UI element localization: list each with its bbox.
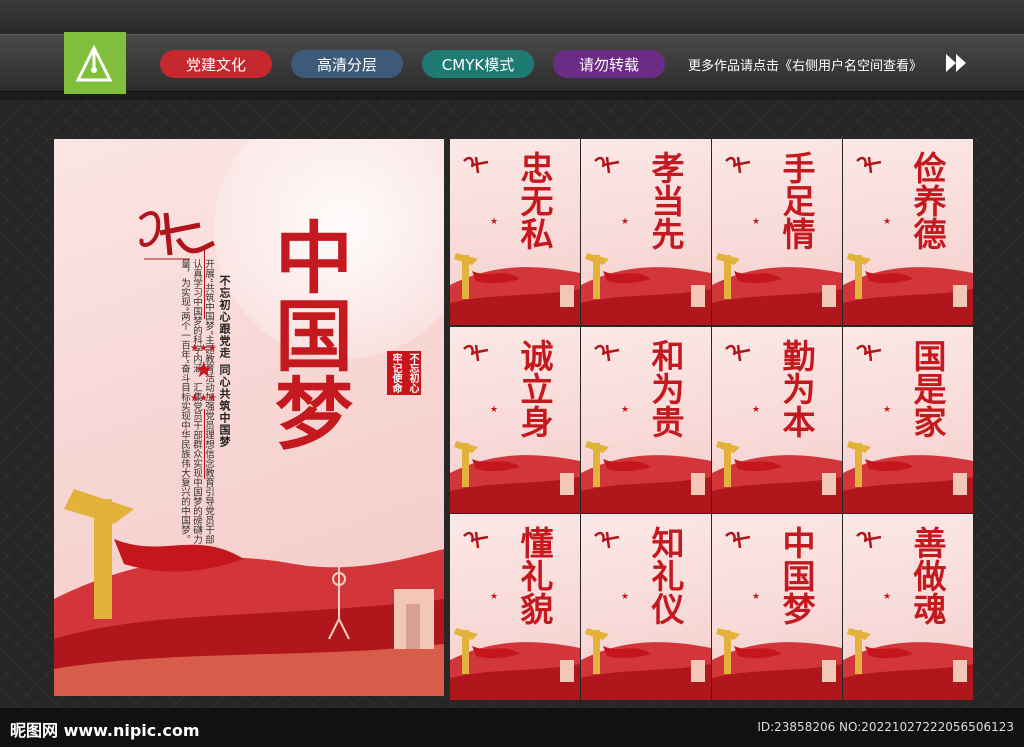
star-icon: ★ <box>490 217 499 227</box>
tag-no-repost[interactable]: 请勿转载 <box>553 50 665 78</box>
tag-hd-layers[interactable]: 高清分层 <box>291 50 403 78</box>
card-scenery <box>450 628 580 700</box>
china-dream-calligraphy-logo <box>463 156 489 174</box>
seal-text-1: 不忘初心 <box>404 351 421 395</box>
card-scenery <box>581 628 711 700</box>
poster-title: 中国梦 <box>262 217 353 451</box>
card-title: 俭养德 <box>908 151 947 250</box>
china-dream-calligraphy-logo <box>594 156 620 174</box>
site-watermark[interactable]: 昵图网 www.nipic.com <box>10 717 200 741</box>
card-scenery <box>450 253 580 325</box>
card-title: 忠无私 <box>515 151 554 250</box>
star-icon: ★ <box>621 405 630 415</box>
china-dream-calligraphy-logo <box>725 531 751 549</box>
card-title: 勤为本 <box>777 339 816 438</box>
card-scenery <box>581 441 711 513</box>
star-icon: ★ <box>752 592 761 602</box>
card-scenery <box>712 253 842 325</box>
card-scenery <box>843 628 973 700</box>
card-title: 孝当先 <box>646 151 685 250</box>
star-icon: ★ <box>883 405 892 415</box>
small-poster: ★ 手足情 <box>712 139 842 325</box>
card-title: 懂礼貌 <box>515 526 554 625</box>
china-dream-calligraphy-logo <box>594 531 620 549</box>
small-poster: ★ 国是家 <box>843 327 973 513</box>
small-poster: ★ 忠无私 <box>450 139 580 325</box>
poster-seal: 不忘初心 牢记使命 <box>387 349 421 397</box>
poster-scenery <box>54 489 444 696</box>
main-poster: 开展“共筑中国梦”主题教育活动加强党员理想信念教育引导党员干部认真学习中国梦的科… <box>54 139 444 696</box>
star-icon: ★ <box>752 217 761 227</box>
site-logo[interactable] <box>64 32 126 94</box>
china-dream-calligraphy-logo <box>725 156 751 174</box>
china-dream-calligraphy-logo <box>856 156 882 174</box>
small-poster: ★ 孝当先 <box>581 139 711 325</box>
svg-text:★★★: ★★★ <box>190 393 217 404</box>
star-icon: ★ <box>621 217 630 227</box>
card-title: 诚立身 <box>515 339 554 438</box>
small-poster: ★ 诚立身 <box>450 327 580 513</box>
small-poster: ★ 勤为本 <box>712 327 842 513</box>
china-dream-calligraphy-logo <box>725 344 751 362</box>
small-poster: ★ 俭养德 <box>843 139 973 325</box>
tag-cmyk[interactable]: CMYK模式 <box>422 50 534 78</box>
stars-icon: ★★★ ★ ★★★ <box>190 343 217 404</box>
star-icon: ★ <box>752 405 761 415</box>
card-scenery <box>581 253 711 325</box>
pen-icon <box>75 44 113 82</box>
tag-party-culture[interactable]: 党建文化 <box>160 50 272 78</box>
star-icon: ★ <box>490 405 499 415</box>
card-title: 手足情 <box>777 151 816 250</box>
small-poster: ★ 中国梦 <box>712 514 842 700</box>
china-dream-calligraphy-logo <box>463 344 489 362</box>
double-arrow-icon[interactable] <box>944 52 970 74</box>
card-title: 和为贵 <box>646 339 685 438</box>
divider-top <box>204 249 205 319</box>
china-dream-calligraphy-logo <box>856 344 882 362</box>
star-icon: ★ <box>883 217 892 227</box>
star-icon: ★ <box>621 592 630 602</box>
card-title: 国是家 <box>908 339 947 438</box>
china-dream-calligraphy-logo <box>594 344 620 362</box>
card-scenery <box>712 628 842 700</box>
card-scenery <box>450 441 580 513</box>
small-poster: ★ 知礼仪 <box>581 514 711 700</box>
seal-text-2: 牢记使命 <box>387 351 404 395</box>
small-poster: ★ 懂礼貌 <box>450 514 580 700</box>
card-scenery <box>843 441 973 513</box>
small-poster: ★ 和为贵 <box>581 327 711 513</box>
china-dream-calligraphy-logo <box>856 531 882 549</box>
small-poster: ★ 善做魂 <box>843 514 973 700</box>
image-id: ID:23858206 NO:20221027222056506123 <box>757 720 1014 734</box>
card-scenery <box>712 441 842 513</box>
star-icon: ★ <box>883 592 892 602</box>
card-title: 中国梦 <box>777 526 816 625</box>
card-title: 知礼仪 <box>646 526 685 625</box>
svg-text:★: ★ <box>194 358 214 383</box>
china-dream-calligraphy-logo <box>463 531 489 549</box>
card-scenery <box>843 253 973 325</box>
star-icon: ★ <box>490 592 499 602</box>
card-title: 善做魂 <box>908 526 947 625</box>
promo-text[interactable]: 更多作品请点击《右侧用户名空间查看》 <box>688 55 922 74</box>
svg-text:★★★: ★★★ <box>190 343 217 354</box>
